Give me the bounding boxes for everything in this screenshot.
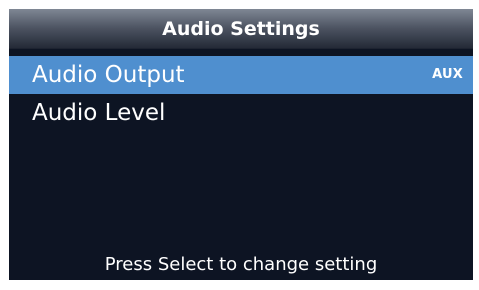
menu-item-audio-level-label: Audio Level — [32, 100, 166, 126]
audio-output-value: AUX — [432, 67, 463, 82]
device-frame: Audio Settings Audio Output AUX Audio Le… — [0, 0, 479, 290]
title-bar: Audio Settings — [9, 9, 473, 49]
menu-item-audio-output[interactable]: Audio Output AUX — [9, 56, 473, 94]
menu-item-audio-output-label: Audio Output — [32, 62, 185, 88]
menu-item-audio-level[interactable]: Audio Level — [9, 94, 473, 132]
settings-menu: Audio Output AUX Audio Level — [9, 56, 473, 132]
footer-hint: Press Select to change setting — [104, 254, 378, 275]
audio-settings-screen: Audio Settings Audio Output AUX Audio Le… — [9, 9, 473, 280]
